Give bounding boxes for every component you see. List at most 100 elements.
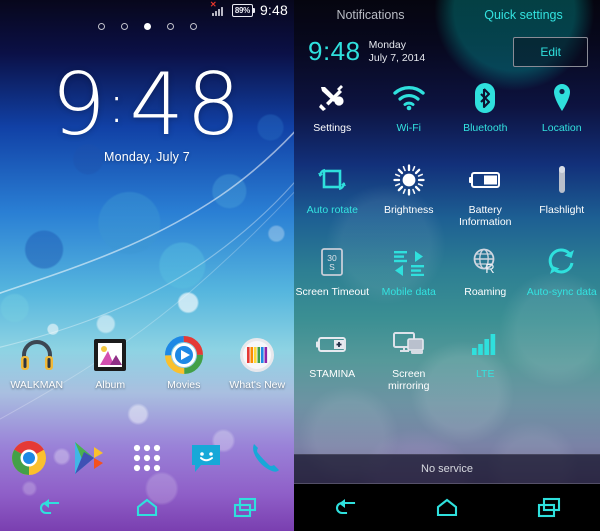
battery-percent-label: 89%: [234, 5, 250, 15]
tile-row-4: STAMINA Screen mirroring LTE: [294, 327, 600, 405]
nav-recents[interactable]: [498, 497, 600, 519]
nav-recents[interactable]: [196, 497, 294, 519]
wifi-icon: [392, 81, 426, 115]
signal-bars-no-service-icon: ✕: [210, 1, 227, 16]
page-indicator[interactable]: [0, 23, 294, 30]
auto-rotate-icon: [315, 163, 349, 197]
nav-home[interactable]: [396, 498, 498, 518]
status-bar: ✕ 89% 9:48: [0, 0, 294, 20]
tab-quick-settings[interactable]: Quick settings: [447, 0, 600, 30]
tile-row-3: 30 S Screen Timeout Mobile data R Roamin…: [294, 245, 600, 323]
app-movies[interactable]: Movies: [147, 336, 221, 391]
tile-label: Bluetooth: [463, 122, 508, 134]
tile-label: Auto rotate: [306, 204, 358, 216]
quick-settings-grid: Settings Wi-Fi Bluetooth Location Auto r…: [294, 81, 600, 405]
tile-mobile-data[interactable]: Mobile data: [371, 245, 448, 323]
tile-stamina[interactable]: STAMINA: [294, 327, 371, 405]
tile-row-2: Auto rotate Brightness Battery Informati…: [294, 163, 600, 241]
bluetooth-icon: [468, 81, 502, 115]
home-icon: [436, 498, 458, 516]
tile-auto-rotate[interactable]: Auto rotate: [294, 163, 371, 241]
dock: [0, 438, 294, 478]
tile-location[interactable]: Location: [524, 81, 600, 159]
clock-separator: :: [107, 75, 130, 135]
dock-chrome[interactable]: [0, 438, 59, 478]
sync-icon: [545, 245, 579, 279]
navigation-bar: [294, 484, 600, 531]
recents-icon: [233, 497, 257, 517]
dock-messaging[interactable]: [176, 439, 235, 477]
tools-icon: [315, 81, 349, 115]
tile-roaming[interactable]: R Roaming: [447, 245, 524, 323]
tile-auto-sync-data[interactable]: Auto-sync data: [524, 245, 600, 323]
page-dot-2[interactable]: [120, 23, 128, 30]
tile-label: Wi-Fi: [396, 122, 422, 134]
clock-time: 9:48: [0, 62, 294, 148]
tile-bluetooth[interactable]: Bluetooth: [447, 81, 524, 159]
app-label: What's New: [229, 379, 286, 391]
tile-settings[interactable]: Settings: [294, 81, 371, 159]
tile-label: STAMINA: [309, 368, 356, 380]
home-screen: ✕ 89% 9:48 9:48 Monday, July 7 WALKMAN A…: [0, 0, 294, 531]
panel-tabs: Notifications Quick settings: [294, 0, 600, 30]
tile-battery-information[interactable]: Battery Information: [447, 163, 524, 241]
app-label: WALKMAN: [10, 379, 64, 391]
dock-play-store[interactable]: [59, 438, 118, 478]
status-message-bar: No service: [294, 454, 600, 484]
battery-status-icon: 89%: [231, 3, 255, 17]
tile-screen-mirroring[interactable]: Screen mirroring: [371, 327, 448, 405]
tile-screen-timeout[interactable]: 30 S Screen Timeout: [294, 245, 371, 323]
navigation-bar: [0, 484, 294, 531]
tile-label: Settings: [313, 122, 352, 134]
tile-flashlight[interactable]: Flashlight: [524, 163, 600, 241]
panel-date-full: July 7, 2014: [368, 51, 426, 64]
brightness-sun-icon: [392, 163, 426, 197]
app-whats-new[interactable]: What's New: [221, 336, 295, 391]
dual-screenshot: ✕ 89% 9:48 9:48 Monday, July 7 WALKMAN A…: [0, 0, 600, 531]
lockscreen-clock: 9:48 Monday, July 7: [0, 62, 294, 164]
tile-label: Location: [541, 122, 582, 134]
screen-timeout-icon: 30 S: [315, 245, 349, 279]
play-store-icon: [75, 442, 104, 474]
tile-label: Mobile data: [381, 286, 436, 298]
play-circle-icon: [164, 336, 203, 374]
photo-frame-icon: [91, 336, 129, 374]
tile-wifi[interactable]: Wi-Fi: [371, 81, 448, 159]
stamina-battery-icon: [315, 327, 349, 361]
headphones-icon: [18, 336, 56, 374]
dock-phone[interactable]: [235, 440, 294, 476]
tile-label: Roaming: [464, 286, 507, 298]
page-dot-4[interactable]: [166, 23, 174, 30]
tile-label: Brightness: [383, 204, 434, 216]
clock-date: Monday, July 7: [104, 150, 190, 164]
tile-row-1: Settings Wi-Fi Bluetooth Location: [294, 81, 600, 159]
clock-hours: 9: [51, 55, 108, 155]
tile-label: LTE: [476, 368, 495, 380]
recents-icon: [537, 497, 561, 517]
tile-label: Screen Timeout: [295, 286, 370, 298]
app-label: Album: [95, 379, 126, 391]
edit-button[interactable]: Edit: [513, 36, 588, 67]
battery-icon: [468, 163, 502, 197]
page-dot-5[interactable]: [189, 23, 197, 30]
panel-date-weekday: Monday: [368, 39, 406, 51]
tile-label: Screen mirroring: [388, 368, 430, 392]
phone-handset-icon: [252, 444, 279, 472]
nav-back[interactable]: [0, 497, 98, 519]
app-album[interactable]: Album: [74, 336, 148, 391]
back-arrow-icon: [336, 498, 356, 514]
nav-back[interactable]: [294, 497, 396, 519]
clock-minutes: 48: [129, 55, 243, 155]
color-bars-icon: [238, 336, 276, 374]
app-walkman[interactable]: WALKMAN: [0, 336, 74, 391]
back-arrow-icon: [40, 498, 60, 514]
nav-home[interactable]: [98, 498, 196, 518]
page-dot-1[interactable]: [97, 23, 105, 30]
page-dot-3-active[interactable]: [143, 23, 151, 30]
tile-brightness[interactable]: Brightness: [371, 163, 448, 241]
app-row: WALKMAN Album Movies What's New: [0, 336, 294, 391]
dock-app-drawer[interactable]: [118, 441, 177, 475]
tile-lte[interactable]: LTE: [447, 327, 524, 405]
tab-notifications[interactable]: Notifications: [294, 0, 447, 30]
status-bar-time: 9:48: [259, 2, 288, 18]
